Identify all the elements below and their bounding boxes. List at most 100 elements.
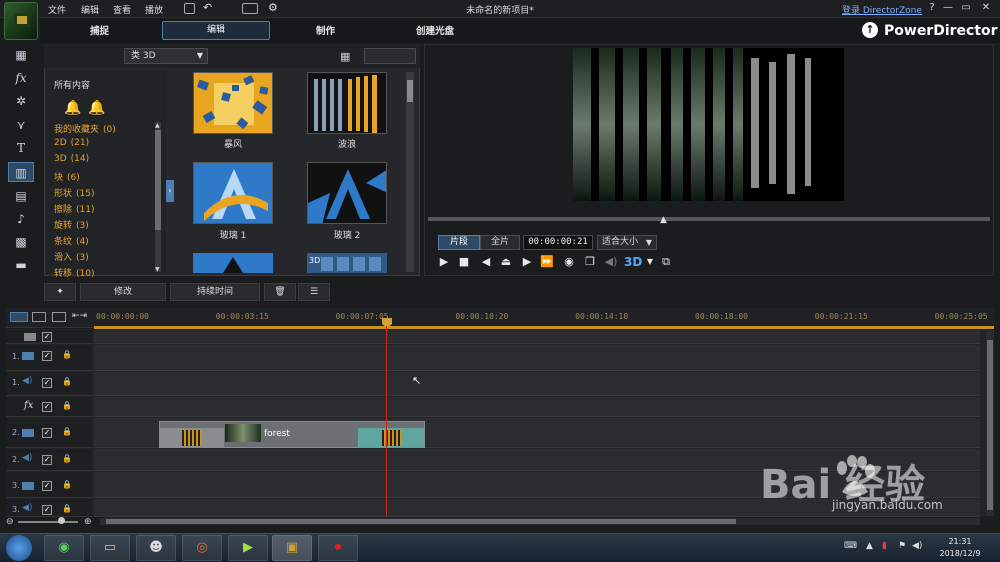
delete-icon[interactable]: 🗑: [264, 283, 296, 301]
track-manager-icon[interactable]: [52, 312, 66, 322]
tab-produce[interactable]: 制作: [316, 23, 335, 37]
safely-remove-icon[interactable]: ▮: [882, 541, 887, 551]
lock-icon[interactable]: 🔒: [62, 401, 72, 410]
transition-thumb-3d-partial[interactable]: 3D: [307, 253, 387, 273]
lock-icon[interactable]: 🔒: [62, 427, 72, 436]
subtitle-room-icon[interactable]: ▬: [8, 255, 34, 275]
action-center-icon[interactable]: ⚑: [898, 541, 906, 551]
category-item[interactable]: 滑入 (3): [54, 250, 89, 263]
category-item[interactable]: 条纹 (4): [54, 234, 89, 247]
stop-icon[interactable]: ■: [456, 254, 472, 270]
restore-button[interactable]: ▭: [960, 2, 972, 14]
taskbar-firefox-icon[interactable]: ◎: [182, 535, 222, 561]
tab-create-disc[interactable]: 创建光盘: [416, 23, 454, 37]
fx-room-icon[interactable]: fx: [8, 68, 34, 88]
category-item[interactable]: 旋转 (3): [54, 218, 89, 231]
duration-button[interactable]: 持续时间: [170, 283, 260, 301]
add-tag-icon[interactable]: 🔔: [64, 100, 81, 116]
seek-knob-icon[interactable]: ▲: [660, 215, 667, 225]
timecode-display[interactable]: 00:00:00:21: [523, 235, 593, 250]
track-row[interactable]: [94, 345, 980, 371]
track-enable-checkbox[interactable]: ✓: [42, 351, 52, 361]
help-button[interactable]: ?: [926, 2, 938, 14]
play-icon[interactable]: ▶: [436, 254, 452, 270]
lock-icon[interactable]: 🔒: [62, 504, 72, 513]
transition-thumb-storm[interactable]: [193, 72, 273, 134]
transition-thumb-partial[interactable]: [193, 253, 273, 273]
start-button[interactable]: [6, 535, 32, 561]
scroll-down-icon[interactable]: ▼: [155, 266, 160, 273]
3d-mode-icon[interactable]: 3D: [624, 254, 642, 270]
close-button[interactable]: ✕: [980, 2, 992, 14]
category-item[interactable]: 转移 (10): [54, 266, 95, 279]
transition-room-icon[interactable]: ▥: [8, 162, 34, 182]
track-enable-checkbox[interactable]: ✓: [42, 481, 52, 491]
chapter-room-icon[interactable]: ▩: [8, 232, 34, 252]
tab-edit[interactable]: 编辑: [162, 21, 270, 40]
fit-timeline-icon[interactable]: ⇤⇥: [72, 311, 87, 321]
taskbar-powerdirector-icon[interactable]: ▣: [272, 535, 312, 561]
timeline-view-icon[interactable]: [10, 312, 28, 322]
more-tools-icon[interactable]: ☰: [298, 283, 330, 301]
timeline-vertical-scroll-thumb[interactable]: [987, 340, 993, 510]
taskbar-app-360-icon[interactable]: ◉: [44, 535, 84, 561]
category-item[interactable]: 3D (14): [54, 154, 89, 164]
audio-mixing-icon[interactable]: ▤: [8, 186, 34, 206]
thumbnail-size-slider[interactable]: [364, 48, 416, 64]
title-room-icon[interactable]: T: [8, 138, 34, 158]
media-room-icon[interactable]: ▦: [8, 45, 34, 65]
tab-capture[interactable]: 捕捉: [90, 23, 109, 37]
all-content-label[interactable]: 所有内容: [54, 78, 90, 91]
upgrade-icon[interactable]: ↑: [862, 22, 878, 38]
transition-thumb-glass-1[interactable]: [193, 162, 273, 224]
transition-thumb-glass-2[interactable]: [307, 162, 387, 224]
category-item[interactable]: 块 (6): [54, 170, 80, 183]
pip-room-icon[interactable]: ✲: [8, 91, 34, 111]
collapse-panel-button[interactable]: ›: [166, 180, 174, 202]
lock-icon[interactable]: 🔒: [62, 454, 72, 463]
transition-thumb-wave[interactable]: [307, 72, 387, 134]
track-enable-checkbox[interactable]: ✓: [42, 455, 52, 465]
category-item[interactable]: 2D (21): [54, 138, 89, 148]
track-row[interactable]: [94, 372, 980, 396]
zoom-in-icon[interactable]: ⊕: [84, 517, 92, 527]
zoom-slider-knob[interactable]: [58, 517, 65, 524]
login-directorzone-link[interactable]: 登录 DirectorZone: [842, 3, 922, 16]
taskbar-file-explorer-icon[interactable]: ▭: [90, 535, 130, 561]
track-enable-checkbox[interactable]: ✓: [42, 505, 52, 515]
taskbar-clock[interactable]: 21:31 2018/12/9: [930, 536, 990, 560]
taskbar-video-app-icon[interactable]: ▶: [228, 535, 268, 561]
taskbar-qq-icon[interactable]: ☻: [136, 535, 176, 561]
timeline-zoom-slider[interactable]: [18, 521, 78, 523]
grid-view-icon[interactable]: ▦: [340, 50, 350, 63]
track-enable-checkbox[interactable]: ✓: [42, 428, 52, 438]
snapshot-icon[interactable]: ◉: [561, 254, 577, 270]
volume-tray-icon[interactable]: ◀): [912, 541, 922, 551]
library-scroll-thumb[interactable]: [407, 80, 413, 102]
zoom-out-icon[interactable]: ⊖: [6, 517, 14, 527]
detach-icon[interactable]: ⧉: [658, 254, 674, 270]
movie-mode-button[interactable]: 全片: [480, 235, 520, 250]
keyboard-icon[interactable]: ⌨: [844, 541, 857, 551]
category-dropdown[interactable]: 类 3D ▼: [124, 48, 208, 64]
magic-tools-button[interactable]: ✦: [44, 283, 76, 301]
lock-icon[interactable]: 🔒: [62, 350, 72, 359]
library-scrollbar[interactable]: [406, 72, 414, 272]
scroll-up-icon[interactable]: ▲: [155, 122, 160, 129]
category-item[interactable]: 形状 (15): [54, 186, 95, 199]
fast-forward-icon[interactable]: ⏩: [539, 254, 555, 270]
chevron-down-icon[interactable]: ▼: [642, 254, 658, 270]
modify-button[interactable]: 修改: [80, 283, 166, 301]
voice-over-icon[interactable]: ♪: [8, 209, 34, 229]
undock-preview-icon[interactable]: ❐: [582, 254, 598, 270]
lock-icon[interactable]: 🔒: [62, 377, 72, 386]
track-row[interactable]: [94, 397, 980, 417]
track-row[interactable]: [94, 330, 980, 344]
particle-room-icon[interactable]: ⋎: [8, 115, 34, 135]
previous-frame-icon[interactable]: ◀: [478, 254, 494, 270]
fit-size-dropdown[interactable]: 适合大小 ▼: [597, 235, 657, 250]
track-enable-checkbox[interactable]: ✓: [42, 378, 52, 388]
category-item[interactable]: 擦除 (11): [54, 202, 95, 215]
category-item[interactable]: 我的收藏夹 (0): [54, 122, 116, 135]
next-frame-icon[interactable]: ▶: [519, 254, 535, 270]
